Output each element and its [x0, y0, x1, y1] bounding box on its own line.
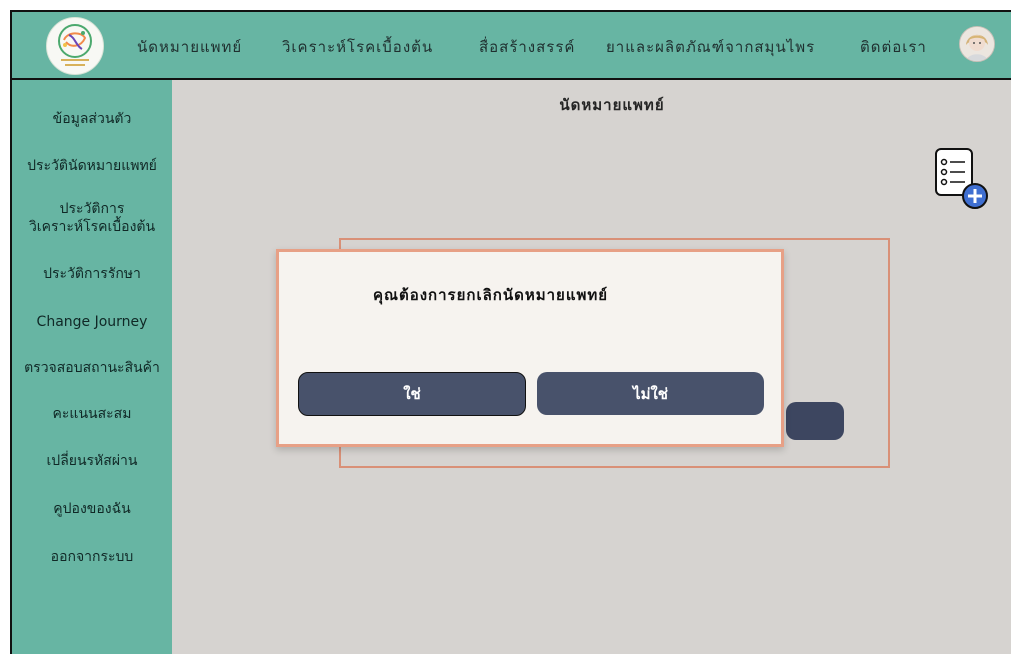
add-appointment-icon[interactable]: [934, 145, 992, 213]
sidebar: ข้อมูลส่วนตัว ประวัตินัดหมายแพทย์ ประวัต…: [12, 80, 172, 654]
nav-media[interactable]: สื่อสร้างสรรค์: [479, 35, 575, 59]
dialog-message: คุณต้องการยกเลิกนัดหมายแพทย์: [373, 286, 609, 304]
logo-icon: [58, 24, 92, 66]
sidebar-item-change-journey[interactable]: Change Journey: [12, 313, 172, 331]
cancel-appointment-dialog: คุณต้องการยกเลิกนัดหมายแพทย์ ใช่ ไม่ใช่: [276, 249, 784, 447]
confirm-no-button[interactable]: ไม่ใช่: [537, 372, 764, 415]
avatar-icon: [960, 27, 994, 61]
confirm-yes-button[interactable]: ใช่: [298, 372, 526, 416]
background-action-button[interactable]: [786, 402, 844, 440]
sidebar-item-diagnosis-history[interactable]: ประวัติการ วิเคราะห์โรคเบื้องต้น: [12, 200, 172, 236]
sidebar-item-coupons[interactable]: คูปองของฉัน: [12, 500, 172, 518]
page-title: นัดหมายแพทย์: [559, 96, 665, 114]
nav-contact[interactable]: ติดต่อเรา: [860, 35, 927, 59]
sidebar-item-points[interactable]: คะแนนสะสม: [12, 405, 172, 423]
sidebar-item-profile[interactable]: ข้อมูลส่วนตัว: [12, 110, 172, 128]
nav-diagnosis[interactable]: วิเคราะห์โรคเบื้องต้น: [282, 35, 433, 59]
logo[interactable]: [46, 17, 104, 75]
avatar[interactable]: [959, 26, 995, 62]
sidebar-item-change-password[interactable]: เปลี่ยนรหัสผ่าน: [12, 452, 172, 470]
sidebar-item-logout[interactable]: ออกจากระบบ: [12, 548, 172, 566]
nav-appointment[interactable]: นัดหมายแพทย์: [137, 35, 242, 59]
top-navigation-bar: นัดหมายแพทย์ วิเคราะห์โรคเบื้องต้น สื่อส…: [12, 12, 1011, 80]
sidebar-item-treatment-history[interactable]: ประวัติการรักษา: [12, 265, 172, 283]
list-add-icon: [935, 148, 988, 209]
sidebar-item-order-status[interactable]: ตรวจสอบสถานะสินค้า: [12, 359, 172, 377]
sidebar-item-appointment-history[interactable]: ประวัตินัดหมายแพทย์: [12, 157, 172, 175]
nav-herbal-products[interactable]: ยาและผลิตภัณฑ์จากสมุนไพร: [606, 35, 815, 59]
